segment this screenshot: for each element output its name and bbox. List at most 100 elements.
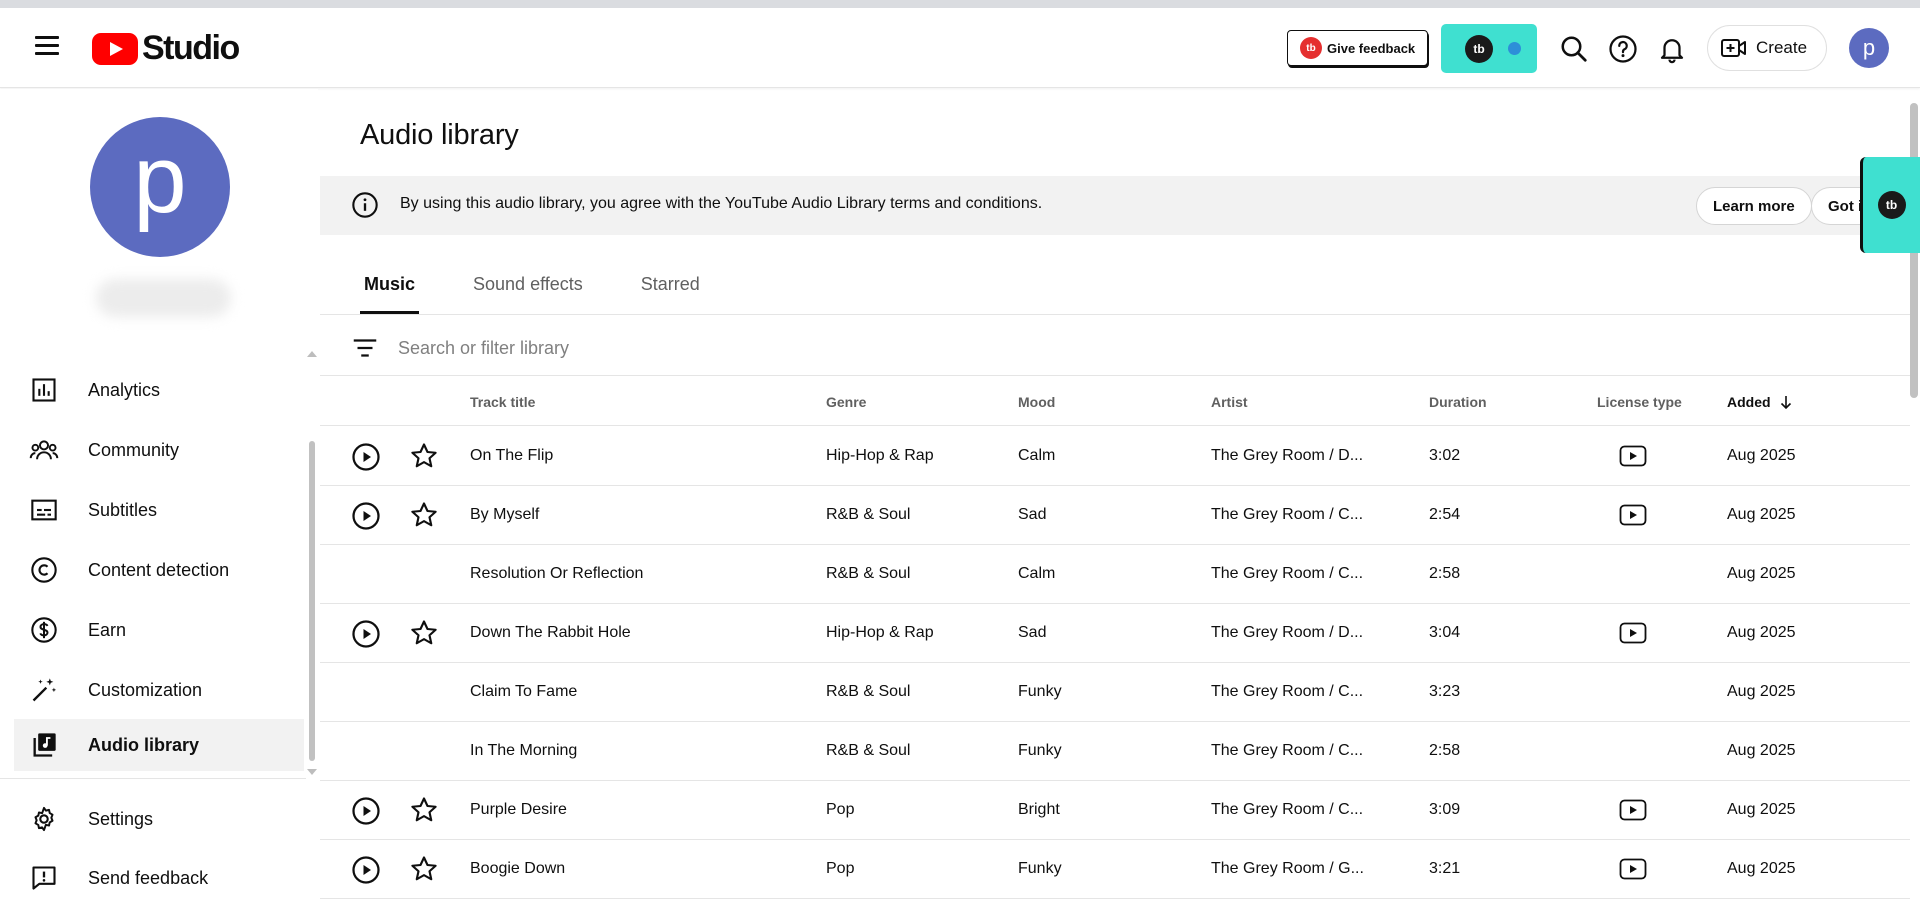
sidebar-item-send-feedback[interactable]: Send feedback: [14, 852, 304, 904]
column-added[interactable]: Added: [1727, 394, 1794, 410]
column-track-title[interactable]: Track title: [470, 394, 535, 410]
track-title: By Myself: [470, 506, 540, 523]
table-row[interactable]: Boogie Down Pop Funky The Grey Room / G... 3…: [320, 840, 1910, 899]
track-added: Aug 2025: [1727, 860, 1796, 877]
sidebar-item-label: Send feedback: [88, 867, 209, 888]
play-icon[interactable]: [351, 855, 381, 885]
track-artist[interactable]: The Grey Room / D...: [1211, 447, 1363, 465]
table-row[interactable]: Resolution Or Reflection R&B & Soul Calm Th…: [320, 545, 1910, 604]
page-title: Audio library: [360, 119, 519, 151]
tab-music[interactable]: Music: [360, 264, 420, 314]
tubebuddy-extension-button[interactable]: tb: [1441, 24, 1537, 73]
table-row[interactable]: On The Flip Hip-Hop & Rap Calm The Grey Roo…: [320, 427, 1910, 486]
play-icon[interactable]: [351, 796, 381, 826]
column-genre[interactable]: Genre: [826, 394, 866, 410]
track-artist[interactable]: The Grey Room / C...: [1211, 801, 1363, 819]
sidebar-item-community[interactable]: Community: [14, 424, 304, 476]
table-row[interactable]: Purple Desire Pop Bright The Grey Room / C.…: [320, 781, 1910, 840]
sidebar-item-earn[interactable]: Earn: [14, 604, 304, 656]
track-mood: Bright: [1018, 801, 1060, 818]
search-input[interactable]: [398, 329, 1298, 367]
gear-icon: [28, 803, 60, 835]
table-row[interactable]: By Myself R&B & Soul Sad The Grey Room / C.…: [320, 486, 1910, 545]
star-icon[interactable]: [409, 618, 439, 648]
sidebar-scroll-up-arrow[interactable]: [307, 351, 317, 357]
track-duration: 3:04: [1429, 624, 1461, 641]
sidebar-item-label: Community: [88, 439, 180, 460]
table-header: Track title Genre Mood Artist Duration L…: [320, 376, 1910, 426]
play-icon[interactable]: [351, 442, 381, 472]
community-icon: [28, 434, 60, 466]
tubebuddy-side-icon: tb: [1877, 191, 1906, 219]
column-duration[interactable]: Duration: [1429, 394, 1487, 410]
channel-avatar[interactable]: p: [90, 117, 230, 257]
sidebar-item-subtitles[interactable]: Subtitles: [14, 484, 304, 536]
sidebar-item-customization[interactable]: Customization: [14, 664, 304, 716]
star-icon[interactable]: [409, 854, 439, 884]
filter-icon[interactable]: [350, 333, 380, 363]
tabs-divider: [320, 314, 1910, 315]
youtube-license-icon: [1619, 798, 1647, 822]
track-artist[interactable]: The Grey Room / G...: [1211, 860, 1364, 878]
track-artist[interactable]: The Grey Room / D...: [1211, 624, 1363, 642]
learn-more-button[interactable]: Learn more: [1696, 187, 1812, 225]
sidebar-scroll-down-arrow[interactable]: [307, 769, 317, 775]
subtitles-icon: [28, 494, 60, 526]
play-icon[interactable]: [351, 619, 381, 649]
sidebar-item-label: Settings: [88, 808, 154, 829]
bell-icon[interactable]: [1657, 34, 1687, 64]
studio-logo[interactable]: Studio: [92, 29, 240, 68]
track-artist[interactable]: The Grey Room / C...: [1211, 683, 1363, 701]
track-mood: Sad: [1018, 506, 1047, 523]
sidebar-item-label: Content detection: [88, 559, 230, 580]
track-artist[interactable]: The Grey Room / C...: [1211, 506, 1363, 524]
track-duration: 3:21: [1429, 860, 1461, 877]
create-video-icon: [1721, 39, 1746, 57]
track-duration: 2:58: [1429, 565, 1461, 582]
track-genre: R&B & Soul: [826, 565, 911, 582]
track-title: Boogie Down: [470, 860, 566, 877]
track-artist[interactable]: The Grey Room / C...: [1211, 565, 1363, 583]
track-genre: Hip-Hop & Rap: [826, 447, 934, 464]
star-icon[interactable]: [409, 500, 439, 530]
sidebar-item-audio-library[interactable]: Audio library: [14, 719, 304, 771]
column-license-type[interactable]: License type: [1597, 394, 1682, 410]
analytics-icon: [28, 374, 60, 406]
table-row[interactable]: Down The Rabbit Hole Hip-Hop & Rap Sad The …: [320, 604, 1910, 663]
track-added: Aug 2025: [1727, 565, 1796, 582]
tab-starred[interactable]: Starred: [637, 264, 704, 314]
account-avatar[interactable]: p: [1849, 28, 1889, 68]
give-feedback-button[interactable]: tb Give feedback: [1287, 30, 1428, 66]
column-added-label: Added: [1727, 394, 1771, 410]
sidebar: p Analytics Community Subtitles Content …: [0, 89, 318, 903]
track-title: Purple Desire: [470, 801, 567, 818]
dollar-icon: [28, 614, 60, 646]
terms-banner: By using this audio library, you agree w…: [320, 176, 1910, 235]
sidebar-item-settings[interactable]: Settings: [14, 793, 304, 845]
create-button[interactable]: Create: [1707, 25, 1827, 71]
youtube-license-icon: [1619, 503, 1647, 527]
track-artist[interactable]: The Grey Room / C...: [1211, 742, 1363, 760]
feedback-icon: [28, 862, 60, 894]
sidebar-item-label: Subtitles: [88, 499, 158, 520]
table-row[interactable]: Claim To Fame R&B & Soul Funky The Grey Roo…: [320, 663, 1910, 722]
search-icon[interactable]: [1559, 34, 1589, 64]
sidebar-scrollbar[interactable]: [309, 441, 315, 761]
table-row[interactable]: In The Morning R&B & Soul Funky The Grey Ro…: [320, 722, 1910, 781]
column-mood[interactable]: Mood: [1018, 394, 1055, 410]
star-icon[interactable]: [409, 441, 439, 471]
track-duration: 3:09: [1429, 801, 1461, 818]
copyright-icon: [28, 554, 60, 586]
sidebar-item-analytics[interactable]: Analytics: [14, 364, 304, 416]
play-icon[interactable]: [351, 501, 381, 531]
help-icon[interactable]: [1608, 34, 1638, 64]
track-duration: 2:58: [1429, 742, 1461, 759]
column-artist[interactable]: Artist: [1211, 394, 1248, 410]
tubebuddy-side-tab[interactable]: tb: [1860, 157, 1920, 253]
tab-sound-effects[interactable]: Sound effects: [469, 264, 587, 314]
sidebar-item-content-detection[interactable]: Content detection: [14, 544, 304, 596]
star-icon[interactable]: [409, 795, 439, 825]
menu-icon[interactable]: [30, 36, 64, 60]
track-mood: Funky: [1018, 860, 1062, 877]
track-mood: Calm: [1018, 565, 1056, 582]
